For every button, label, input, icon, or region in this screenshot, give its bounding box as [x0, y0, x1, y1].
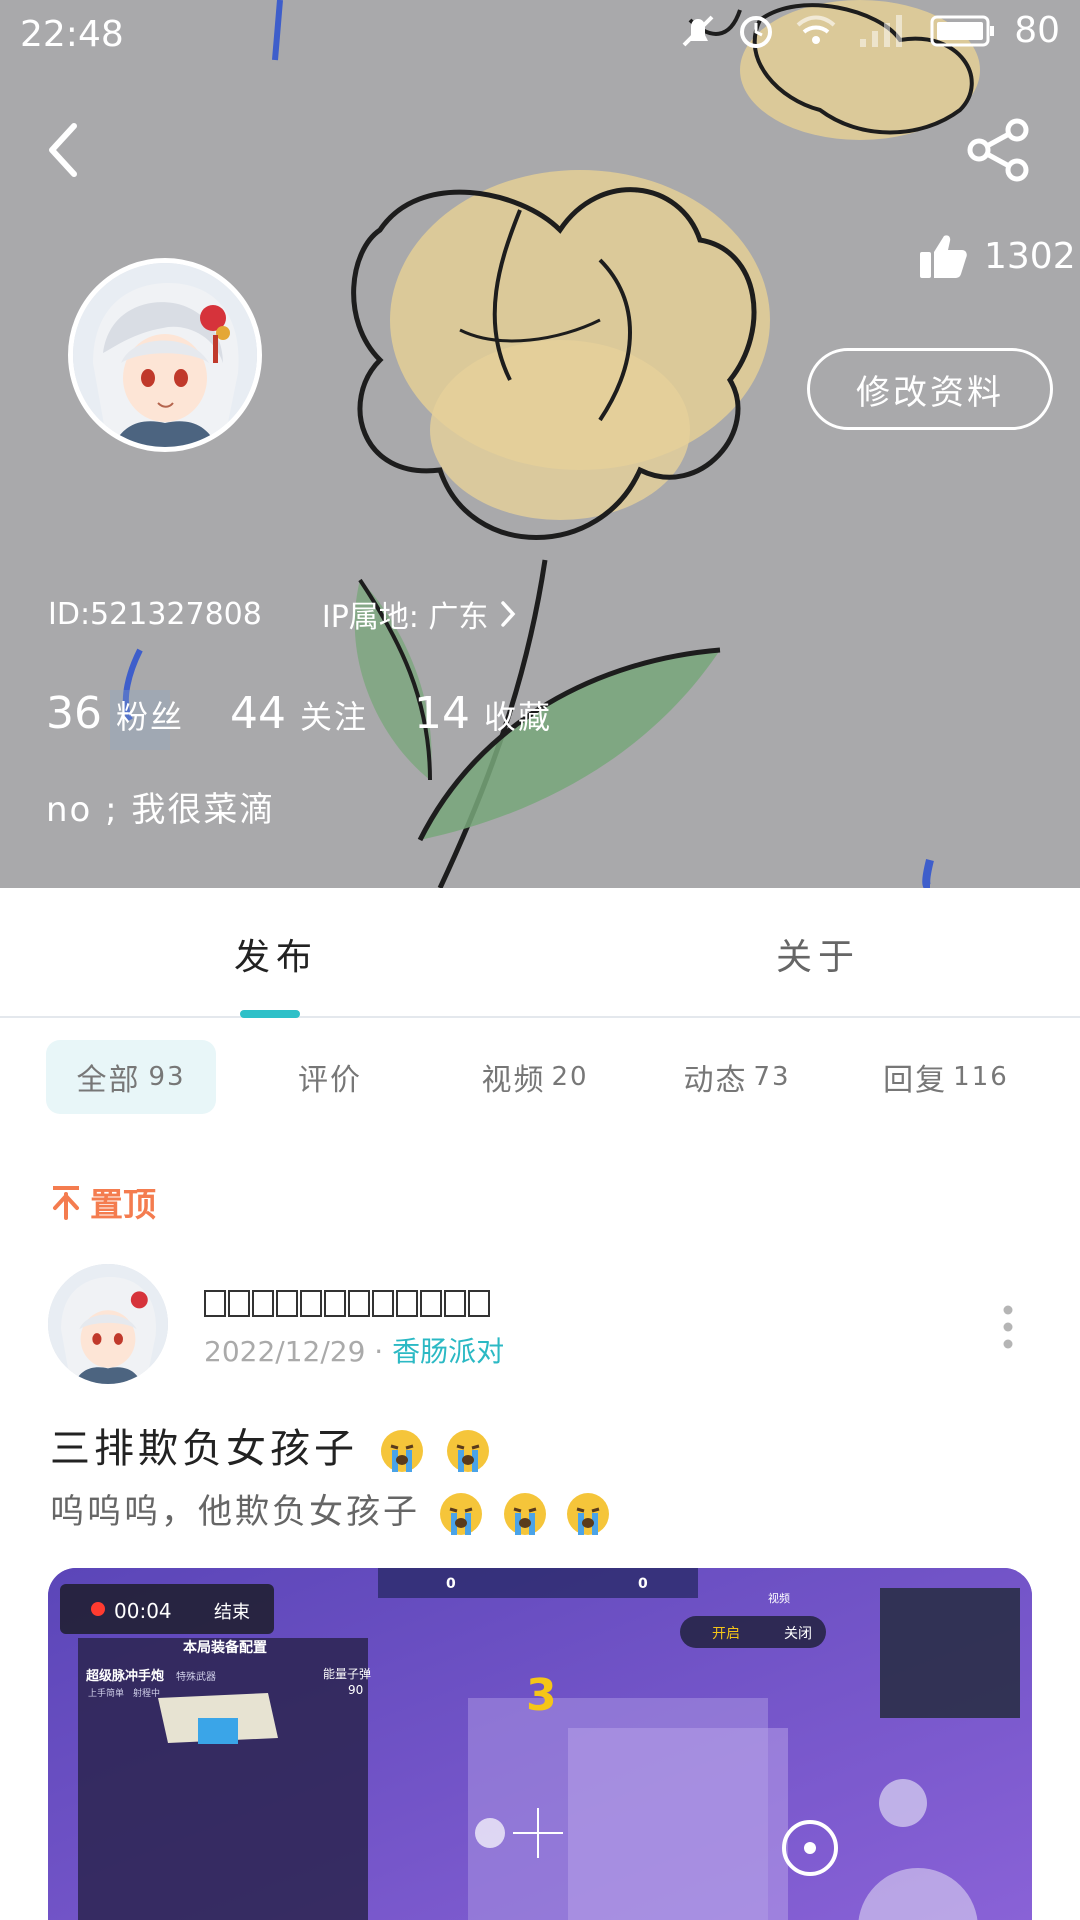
- chip-moments[interactable]: 动态 73: [652, 1040, 822, 1114]
- edit-profile-button[interactable]: 修改资料: [807, 348, 1053, 430]
- back-button[interactable]: [40, 118, 90, 182]
- crying-emoji-icon: [439, 1492, 482, 1535]
- likes-count: 1302: [984, 235, 1076, 277]
- stat-favorites-count: 14: [414, 688, 471, 739]
- stat-favorites-label: 收藏: [484, 698, 553, 736]
- post-date: 2022/12/29: [204, 1335, 366, 1368]
- crying-emoji-icon: [380, 1430, 423, 1472]
- profile-stats: 36 粉丝 44 关注 14 收藏: [46, 688, 552, 739]
- chip-reviews-label: 评价: [298, 1063, 362, 1098]
- post-body[interactable]: 呜呜呜，他欺负女孩子: [50, 1484, 611, 1537]
- countdown-number: 3: [526, 1670, 557, 1721]
- battery-level: 80: [1014, 10, 1060, 51]
- thumbs-up-icon: [920, 235, 967, 278]
- chip-moments-count: 73: [753, 1062, 791, 1092]
- stat-following[interactable]: 44 关注: [230, 688, 368, 739]
- post-title-text: 三排欺负女孩子: [50, 1426, 358, 1472]
- voice-on-button: 开启: [712, 1626, 740, 1642]
- post-body-text: 呜呜呜，他欺负女孩子: [50, 1492, 420, 1532]
- signal-icon: [860, 14, 903, 47]
- content-tabs: 发布 关于: [0, 888, 1080, 1018]
- stat-following-label: 关注: [300, 698, 369, 736]
- chip-all[interactable]: 全部 93: [46, 1040, 216, 1114]
- score-left: 0: [446, 1576, 456, 1592]
- pinned-label: 置顶: [50, 1178, 156, 1226]
- notification-off-icon: [682, 15, 714, 46]
- id-row: ID:521327808 IP属地: 广东: [48, 592, 518, 636]
- stat-favorites[interactable]: 14 收藏: [414, 688, 552, 739]
- weapon-tag-easy: 上手简单: [88, 1687, 124, 1699]
- weapon-tag-range: 射程中: [133, 1687, 160, 1699]
- anime-avatar-image: [48, 1264, 168, 1384]
- chip-all-label: 全部: [76, 1063, 141, 1098]
- stat-fans-count: 36: [46, 688, 102, 739]
- voice-off-button: 关闭: [784, 1626, 812, 1642]
- battery-icon: [930, 15, 995, 46]
- chip-replies-count: 116: [953, 1062, 1009, 1092]
- status-bar: 22:48 80: [0, 0, 1080, 70]
- ammo-count: 90: [348, 1683, 363, 1697]
- anime-avatar-image: [73, 263, 257, 447]
- crying-emoji-icon: [447, 1430, 490, 1472]
- chip-videos[interactable]: 视频 20: [450, 1040, 620, 1114]
- view-label: 视频: [768, 1591, 790, 1605]
- profile-bio: no ; 我很菜滴: [46, 790, 276, 830]
- record-end-button: 结束: [214, 1602, 250, 1623]
- stat-following-count: 44: [230, 688, 287, 739]
- chip-moments-label: 动态: [683, 1063, 748, 1098]
- post-author-name[interactable]: [204, 1285, 492, 1320]
- chip-videos-label: 视频: [481, 1063, 546, 1098]
- status-time: 22:48: [20, 14, 124, 55]
- ip-location-text: IP属地: 广东: [321, 600, 489, 635]
- chip-reviews[interactable]: 评价: [250, 1040, 410, 1114]
- likes-counter[interactable]: 1302: [918, 232, 1076, 280]
- wifi-icon: [796, 15, 836, 44]
- post-media-video[interactable]: 00:04 结束 本局装备配置 超级脉冲手炮 特殊武器 上手简单 射程中 能量子…: [48, 1568, 1032, 1920]
- active-tab-indicator: [240, 1010, 300, 1018]
- weapon-tag: 特殊武器: [176, 1670, 216, 1683]
- post-meta: 2022/12/29 · 香肠派对: [204, 1330, 504, 1370]
- weapon-name: 超级脉冲手炮: [86, 1668, 164, 1684]
- loadout-title: 本局装备配置: [183, 1639, 267, 1656]
- crying-emoji-icon: [503, 1492, 546, 1535]
- alarm-icon: [740, 15, 773, 48]
- crying-emoji-icon: [567, 1492, 610, 1535]
- chevron-right-icon: [501, 601, 516, 627]
- chip-all-count: 93: [148, 1062, 186, 1092]
- filter-chips: 全部 93 评价 视频 20 动态 73 回复 116: [0, 1040, 1080, 1116]
- stat-fans[interactable]: 36 粉丝: [46, 688, 184, 739]
- profile-banner: 22:48 80 1302 修改资料 ID:521327808 IP属地: 广东…: [0, 0, 1080, 888]
- ip-location-link[interactable]: IP属地: 广东: [322, 592, 519, 636]
- chip-videos-count: 20: [551, 1062, 589, 1092]
- stat-fans-label: 粉丝: [116, 698, 185, 736]
- score-right: 0: [638, 1576, 648, 1592]
- more-options-icon[interactable]: [998, 1302, 1018, 1352]
- chip-replies[interactable]: 回复 116: [856, 1040, 1036, 1114]
- ammo-label: 能量子弹: [323, 1667, 371, 1681]
- pinned-text: 置顶: [90, 1185, 156, 1224]
- post-title[interactable]: 三排欺负女孩子: [50, 1416, 491, 1474]
- post-game-link[interactable]: 香肠派对: [392, 1335, 504, 1368]
- post-author-avatar[interactable]: [48, 1264, 168, 1384]
- meta-separator: ·: [374, 1335, 384, 1368]
- record-timer: 00:04: [114, 1599, 172, 1623]
- profile-avatar[interactable]: [68, 258, 262, 452]
- chip-replies-label: 回复: [883, 1063, 948, 1098]
- share-button[interactable]: [965, 116, 1033, 184]
- game-screenshot-image: 00:04 结束 本局装备配置 超级脉冲手炮 特殊武器 上手简单 射程中 能量子…: [48, 1568, 1032, 1920]
- tab-publish[interactable]: 发布: [234, 928, 318, 980]
- tab-about[interactable]: 关于: [776, 928, 860, 980]
- pin-arrow-icon: [53, 1186, 79, 1220]
- user-id: ID:521327808: [48, 596, 262, 632]
